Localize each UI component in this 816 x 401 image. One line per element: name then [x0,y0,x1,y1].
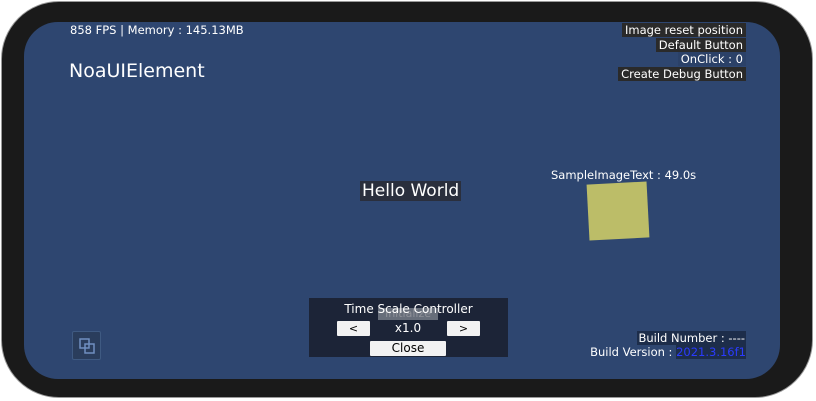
time-scale-close-button[interactable]: Close [370,341,446,356]
window-toggle-button[interactable] [72,331,101,360]
time-scale-decrease-button[interactable]: < [337,321,370,336]
build-version-value: 2021.3.16f1 [676,345,746,359]
time-scale-value: x1.0 [394,321,422,335]
build-number: Build Number : ---- [637,331,746,345]
create-debug-button[interactable]: Create Debug Button [618,66,746,81]
default-button[interactable]: Default Button [655,37,746,52]
build-version-label: Build Version : [590,345,677,359]
onclick-counter: OnClick : 0 [677,52,746,66]
sample-image-text: SampleImageText : 49.0s [551,168,697,182]
app-title: NoaUIElement [69,60,205,82]
time-scale-title: Time Scale Controller [344,302,473,316]
sample-image [586,181,650,241]
build-version: Build Version : 2021.3.16f1 [590,345,746,359]
hello-world-label: Hello World [360,181,462,201]
debug-button-stack: Image reset position Default Button OnCl… [618,23,746,81]
copy-windows-icon [79,338,95,354]
fps-memory-readout: 858 FPS | Memory : 145.13MB [70,23,244,37]
time-scale-controller: Initialize Time Scale Controller < x1.0 … [309,298,508,357]
image-reset-position-button[interactable]: Image reset position [621,23,746,37]
time-scale-increase-button[interactable]: > [447,321,480,336]
